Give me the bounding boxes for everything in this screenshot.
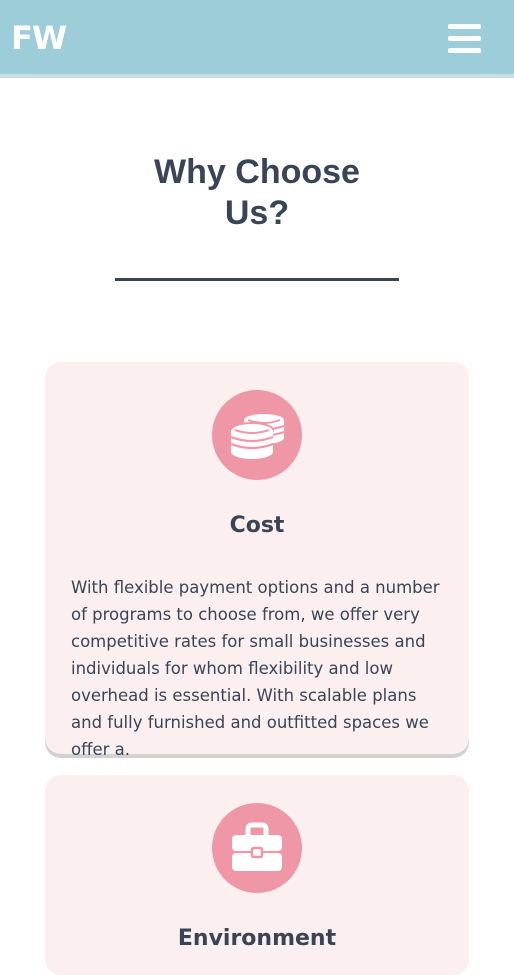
cost-card-title: Cost [229, 513, 285, 538]
cost-card: Cost With flexible payment options and a… [45, 362, 469, 759]
section-title-line2: Us? [224, 194, 290, 232]
environment-icon-circle [212, 803, 302, 893]
cost-card-text: With flexible payment options and a numb… [71, 578, 440, 759]
hamburger-menu-icon[interactable] [448, 24, 481, 54]
coins-icon [230, 414, 285, 459]
logo[interactable]: FW [11, 18, 67, 58]
cost-icon-circle [212, 390, 302, 480]
title-divider [115, 278, 399, 281]
environment-card-title: Environment [177, 926, 337, 951]
environment-card: Environment [45, 775, 469, 975]
top-header: FW [0, 0, 514, 78]
section-title-line1: Why Choose [154, 153, 360, 191]
briefcase-icon [232, 822, 282, 871]
section-title: Why Choose Us? [0, 152, 514, 234]
